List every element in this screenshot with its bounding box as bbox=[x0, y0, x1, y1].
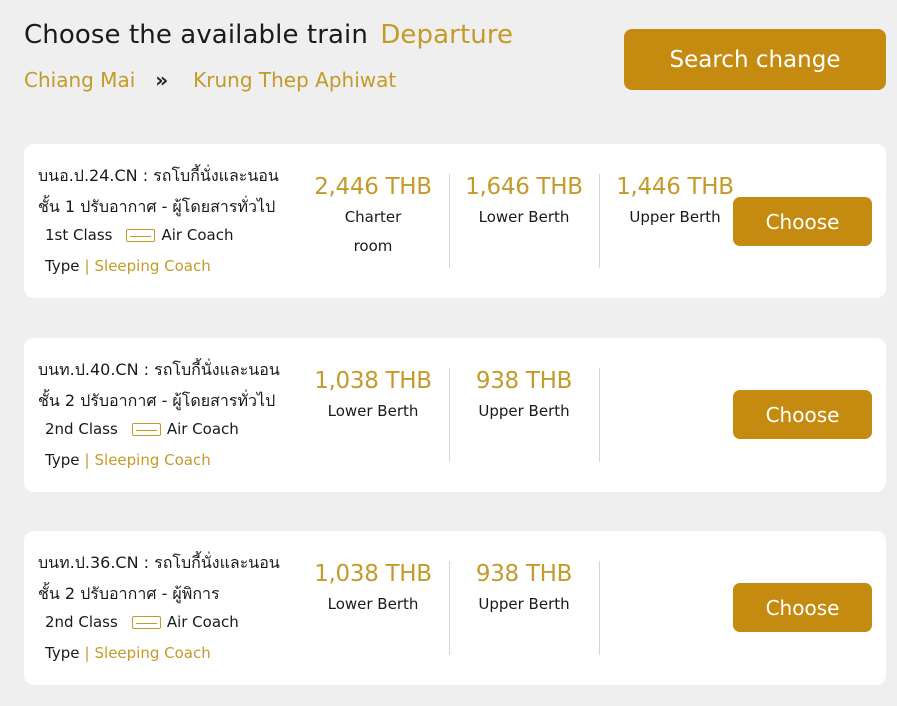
train-name: บนท.ป.36.CN : รถโบกี้นั่งและนอนชั้น 2 ปร… bbox=[38, 547, 298, 609]
berth-label: Upper Berth bbox=[600, 203, 750, 232]
class-row: 2nd Class Air Coach bbox=[45, 613, 239, 631]
price-option: 1,646 THB Lower Berth bbox=[449, 174, 599, 232]
air-conditioner-icon bbox=[131, 615, 161, 629]
berth-label: Upper Berth bbox=[449, 397, 599, 426]
type-row: Type | Sleeping Coach bbox=[45, 644, 211, 662]
class-row: 2nd Class Air Coach bbox=[45, 420, 239, 438]
type-separator: | bbox=[84, 451, 90, 469]
price-value: 1,446 THB bbox=[616, 174, 734, 200]
seat-class: 1st Class bbox=[45, 226, 113, 244]
type-row: Type | Sleeping Coach bbox=[45, 257, 211, 275]
column-divider bbox=[599, 561, 600, 655]
page-title-text: Choose the available train bbox=[24, 20, 368, 50]
type-value: Sleeping Coach bbox=[94, 644, 211, 662]
origin-station: Chiang Mai bbox=[24, 68, 136, 92]
berth-label: Charter room bbox=[298, 203, 448, 261]
choose-button[interactable]: Choose bbox=[733, 583, 872, 632]
price-value: 1,038 THB bbox=[314, 561, 432, 587]
price-value: 1,038 THB bbox=[314, 368, 432, 394]
type-separator: | bbox=[84, 257, 90, 275]
coach-type: Air Coach bbox=[161, 226, 234, 244]
berth-label-line1: Upper Berth bbox=[478, 402, 570, 420]
column-divider bbox=[449, 368, 450, 462]
type-label: Type bbox=[45, 451, 80, 469]
column-divider bbox=[449, 561, 450, 655]
seat-class: 2nd Class bbox=[45, 420, 118, 438]
train-card: บนอ.ป.24.CN : รถโบกี้นั่งและนอนชั้น 1 ปร… bbox=[24, 144, 886, 298]
price-option: 1,446 THB Upper Berth bbox=[600, 174, 750, 232]
train-card: บนท.ป.40.CN : รถโบกี้นั่งและนอนชั้น 2 ปร… bbox=[24, 338, 886, 492]
choose-button[interactable]: Choose bbox=[733, 390, 872, 439]
berth-label-line1: Charter bbox=[344, 208, 402, 226]
train-name-line2: ชั้น 2 ปรับอากาศ - ผู้พิการ bbox=[38, 584, 220, 603]
column-divider bbox=[599, 368, 600, 462]
price-option: 1,038 THB Lower Berth bbox=[298, 368, 448, 426]
column-divider bbox=[599, 174, 600, 268]
price-value: 2,446 THB bbox=[314, 174, 432, 200]
choose-button[interactable]: Choose bbox=[733, 197, 872, 246]
berth-label-line1: Lower Berth bbox=[478, 208, 570, 226]
type-value: Sleeping Coach bbox=[94, 451, 211, 469]
air-conditioner-icon bbox=[131, 422, 161, 436]
price-value: 938 THB bbox=[475, 561, 573, 587]
page-title: Choose the available train Departure bbox=[24, 20, 513, 50]
train-name-line1: บนท.ป.40.CN : รถโบกี้นั่งและนอน bbox=[38, 360, 280, 379]
coach-type: Air Coach bbox=[166, 420, 239, 438]
price-value: 1,646 THB bbox=[465, 174, 583, 200]
train-name: บนอ.ป.24.CN : รถโบกี้นั่งและนอนชั้น 1 ปร… bbox=[38, 160, 298, 222]
type-row: Type | Sleeping Coach bbox=[45, 451, 211, 469]
route-breadcrumb: Chiang Mai » Krung Thep Aphiwat bbox=[24, 68, 396, 92]
type-separator: | bbox=[84, 644, 90, 662]
direction-label: Departure bbox=[380, 20, 514, 50]
column-divider bbox=[449, 174, 450, 268]
berth-label-line1: Upper Berth bbox=[629, 208, 721, 226]
price-option: 938 THB Upper Berth bbox=[449, 561, 599, 619]
train-name: บนท.ป.40.CN : รถโบกี้นั่งและนอนชั้น 2 ปร… bbox=[38, 354, 298, 416]
berth-label: Upper Berth bbox=[449, 590, 599, 619]
page-header: Choose the available train Departure Chi… bbox=[0, 0, 897, 130]
coach-type: Air Coach bbox=[166, 613, 239, 631]
train-name-line1: บนอ.ป.24.CN : รถโบกี้นั่งและนอน bbox=[38, 166, 279, 185]
berth-label-line1: Lower Berth bbox=[327, 595, 419, 613]
type-value: Sleeping Coach bbox=[94, 257, 211, 275]
berth-label-line1: Upper Berth bbox=[478, 595, 570, 613]
train-name-line2: ชั้น 2 ปรับอากาศ - ผู้โดยสารทั่วไป bbox=[38, 391, 276, 410]
type-label: Type bbox=[45, 257, 80, 275]
price-option: 1,038 THB Lower Berth bbox=[298, 561, 448, 619]
seat-class: 2nd Class bbox=[45, 613, 118, 631]
train-name-line1: บนท.ป.36.CN : รถโบกี้นั่งและนอน bbox=[38, 553, 280, 572]
double-chevron-right-icon: » bbox=[155, 68, 168, 92]
berth-label-line1: Lower Berth bbox=[327, 402, 419, 420]
train-name-line2: ชั้น 1 ปรับอากาศ - ผู้โดยสารทั่วไป bbox=[38, 197, 276, 216]
berth-label: Lower Berth bbox=[449, 203, 599, 232]
berth-label-line2: room bbox=[353, 237, 393, 255]
berth-label: Lower Berth bbox=[298, 397, 448, 426]
type-label: Type bbox=[45, 644, 80, 662]
price-option: 938 THB Upper Berth bbox=[449, 368, 599, 426]
air-conditioner-icon bbox=[126, 228, 156, 242]
destination-station: Krung Thep Aphiwat bbox=[193, 68, 397, 92]
price-option: 2,446 THB Charter room bbox=[298, 174, 448, 261]
search-change-button[interactable]: Search change bbox=[624, 29, 886, 90]
price-value: 938 THB bbox=[475, 368, 573, 394]
class-row: 1st Class Air Coach bbox=[45, 226, 233, 244]
train-card: บนท.ป.36.CN : รถโบกี้นั่งและนอนชั้น 2 ปร… bbox=[24, 531, 886, 685]
berth-label: Lower Berth bbox=[298, 590, 448, 619]
